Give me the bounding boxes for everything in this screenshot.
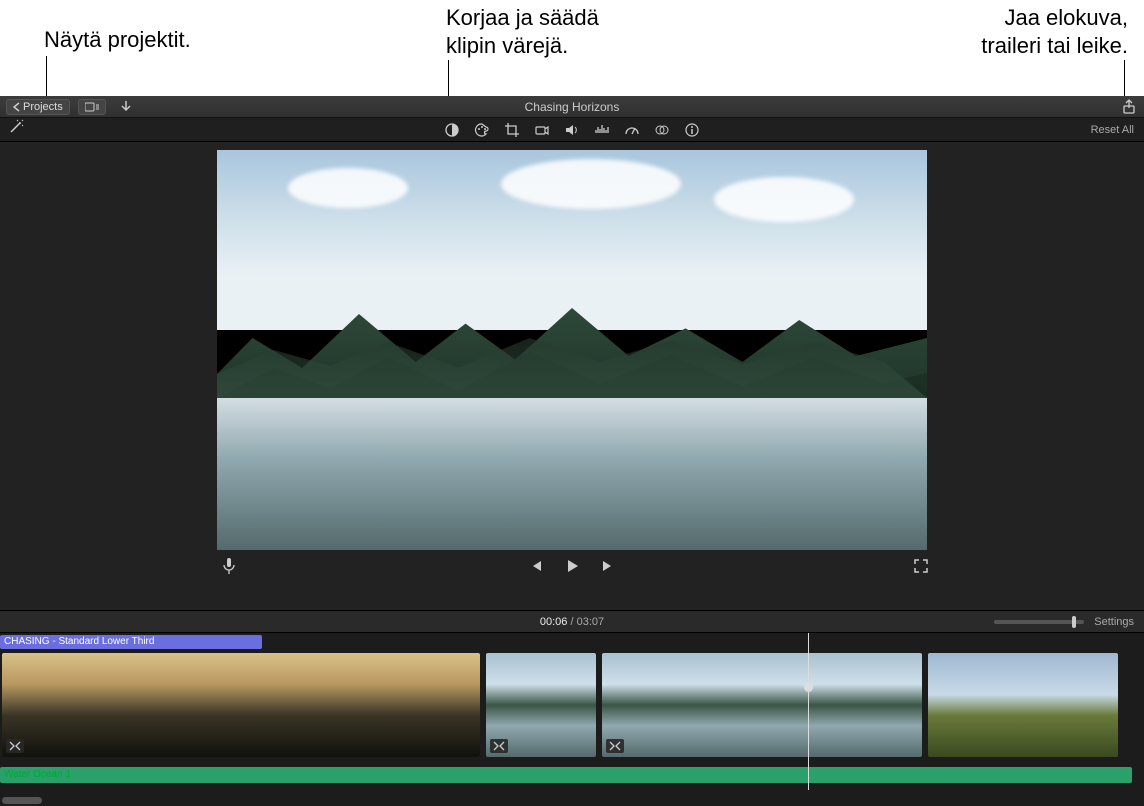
volume-button[interactable]: [564, 122, 580, 138]
titlebar: Projects Chasing Horizons: [0, 96, 1144, 118]
camera-icon: [534, 122, 550, 138]
horizontal-scrollbar[interactable]: [2, 797, 42, 804]
transition-badge[interactable]: [490, 739, 508, 753]
color-correction-button[interactable]: [474, 122, 490, 138]
callout-projects: Näytä projektit.: [44, 26, 191, 54]
import-button[interactable]: [114, 100, 138, 114]
projects-label: Projects: [23, 101, 63, 113]
prev-button[interactable]: [527, 557, 545, 575]
timeline-header: 00:06 / 03:07 Settings: [0, 610, 1144, 632]
palette-icon: [474, 122, 490, 138]
audio-clip[interactable]: Water Ocean 1: [0, 767, 1132, 783]
preview-sky: [217, 150, 927, 330]
titlebar-left: Projects: [0, 99, 138, 115]
info-icon: [684, 122, 700, 138]
fullscreen-icon: [913, 558, 929, 574]
timecode: 00:06 / 03:07: [540, 616, 604, 628]
video-preview[interactable]: [217, 150, 927, 550]
imovie-window: Projects Chasing Horizons: [0, 96, 1144, 806]
skip-back-icon: [528, 558, 544, 574]
project-title: Chasing Horizons: [0, 100, 1144, 114]
clip-thumbnail: [602, 653, 922, 757]
play-button[interactable]: [563, 557, 581, 575]
clip-thumbnail: [928, 653, 1118, 757]
viewer: [0, 142, 1144, 610]
callout-color: Korjaa ja säädä klipin värejä.: [446, 4, 599, 59]
titlebar-right: [1122, 99, 1144, 115]
settings-button[interactable]: Settings: [1094, 616, 1134, 628]
transition-icon: [609, 741, 621, 751]
clips-row: [0, 653, 1144, 757]
media-button[interactable]: [78, 99, 106, 115]
transition-icon: [493, 741, 505, 751]
playhead[interactable]: [808, 633, 809, 790]
magic-wand-icon: [8, 119, 24, 135]
reset-all-button[interactable]: Reset All: [1091, 124, 1144, 136]
crop-icon: [504, 122, 520, 138]
total-time: 03:07: [577, 616, 605, 628]
audio-label: Water Ocean 1: [4, 769, 71, 780]
projects-button[interactable]: Projects: [6, 99, 70, 115]
color-balance-icon: [444, 122, 460, 138]
video-clip[interactable]: [928, 653, 1118, 757]
speed-button[interactable]: [624, 122, 640, 138]
transition-badge[interactable]: [606, 739, 624, 753]
microphone-icon: [222, 557, 236, 575]
clip-filter-button[interactable]: [654, 122, 670, 138]
title-clip[interactable]: CHASING - Standard Lower Third: [0, 635, 262, 649]
stabilization-button[interactable]: [534, 122, 550, 138]
media-icon: [85, 102, 99, 112]
preview-water: [217, 398, 927, 550]
timeline[interactable]: CHASING - Standard Lower Third Water Oce…: [0, 632, 1144, 806]
info-button[interactable]: [684, 122, 700, 138]
skip-forward-icon: [600, 558, 616, 574]
noise-reduction-button[interactable]: [594, 122, 610, 138]
download-arrow-icon: [120, 100, 132, 114]
clip-thumbnail: [2, 653, 480, 757]
share-icon: [1122, 99, 1136, 115]
adjust-left: [0, 119, 24, 140]
transport-controls: [0, 550, 1144, 582]
equalizer-icon: [594, 122, 610, 138]
current-time: 00:06: [540, 616, 568, 628]
callout-line: [1124, 60, 1125, 100]
next-button[interactable]: [599, 557, 617, 575]
color-balance-button[interactable]: [444, 122, 460, 138]
transition-badge[interactable]: [6, 739, 24, 753]
speedometer-icon: [624, 122, 640, 138]
callout-share: Jaa elokuva, traileri tai leike.: [981, 4, 1128, 59]
video-clip[interactable]: [2, 653, 480, 757]
share-button[interactable]: [1122, 99, 1136, 115]
transition-icon: [9, 741, 21, 751]
adjustment-toolbar: Reset All: [0, 118, 1144, 142]
play-icon: [564, 558, 580, 574]
fullscreen-button[interactable]: [912, 557, 930, 575]
voiceover-button[interactable]: [220, 557, 238, 575]
crop-button[interactable]: [504, 122, 520, 138]
video-clip[interactable]: [602, 653, 922, 757]
volume-icon: [564, 122, 580, 138]
magic-wand-button[interactable]: [8, 119, 24, 135]
video-clip[interactable]: [486, 653, 596, 757]
chevron-left-icon: [13, 102, 20, 112]
zoom-slider[interactable]: [994, 620, 1084, 624]
overlap-circles-icon: [654, 122, 670, 138]
timeline-header-right: Settings: [994, 616, 1144, 628]
adjust-center: [444, 122, 700, 138]
